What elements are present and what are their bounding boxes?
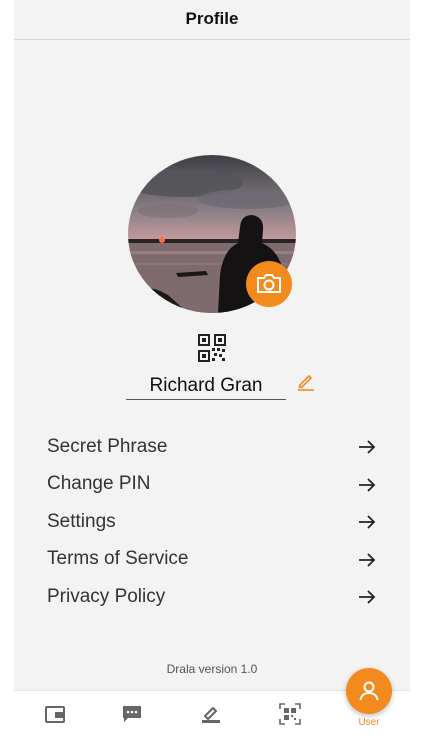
- menu-item-settings[interactable]: Settings: [47, 503, 377, 541]
- qr-scan-icon: [279, 703, 301, 725]
- menu-item-terms-of-service[interactable]: Terms of Service: [47, 541, 377, 579]
- arrow-right-icon: [359, 590, 376, 604]
- chat-icon: [123, 706, 141, 722]
- menu-item-label: Change PIN: [47, 473, 151, 495]
- qr-code-button[interactable]: [198, 334, 226, 362]
- change-photo-button[interactable]: [246, 261, 292, 307]
- profile-screen: Profile Richard Gran Secret Phrase Chang…: [14, 0, 410, 750]
- arrow-right-icon: [359, 552, 376, 567]
- page-title: Profile: [185, 9, 239, 28]
- menu-item-label: Terms of Service: [47, 548, 189, 570]
- arrow-right-icon: [359, 515, 376, 529]
- camera-icon: [257, 274, 281, 293]
- user-icon: [359, 681, 379, 701]
- user-name: Richard Gran: [149, 375, 263, 396]
- tab-chat[interactable]: [121, 703, 143, 725]
- edit-pencil-icon: [298, 375, 314, 391]
- app-version: Drala version 1.0: [166, 662, 258, 676]
- arrow-right-icon: [359, 477, 376, 492]
- menu-item-privacy-policy[interactable]: Privacy Policy: [47, 578, 377, 616]
- menu-item-secret-phrase[interactable]: Secret Phrase: [47, 428, 377, 466]
- sign-icon: [202, 707, 220, 723]
- tab-wallet[interactable]: [44, 703, 66, 725]
- tab-qr-scan[interactable]: [279, 703, 301, 725]
- menu-item-label: Secret Phrase: [47, 435, 168, 457]
- qr-code-icon: [198, 334, 226, 362]
- menu-item-change-pin[interactable]: Change PIN: [47, 466, 377, 504]
- menu-item-label: Settings: [47, 510, 116, 532]
- header: Profile: [14, 0, 410, 40]
- wallet-icon: [45, 706, 65, 723]
- tab-user[interactable]: [346, 668, 392, 714]
- edit-name-button[interactable]: [296, 371, 316, 391]
- name-field[interactable]: Richard Gran: [126, 372, 286, 400]
- menu-item-label: Privacy Policy: [47, 585, 166, 607]
- tab-user-label: User: [358, 717, 380, 728]
- profile-menu: Secret Phrase Change PIN Settings Terms …: [47, 428, 377, 616]
- tab-sign[interactable]: [200, 703, 222, 725]
- arrow-right-icon: [359, 440, 376, 454]
